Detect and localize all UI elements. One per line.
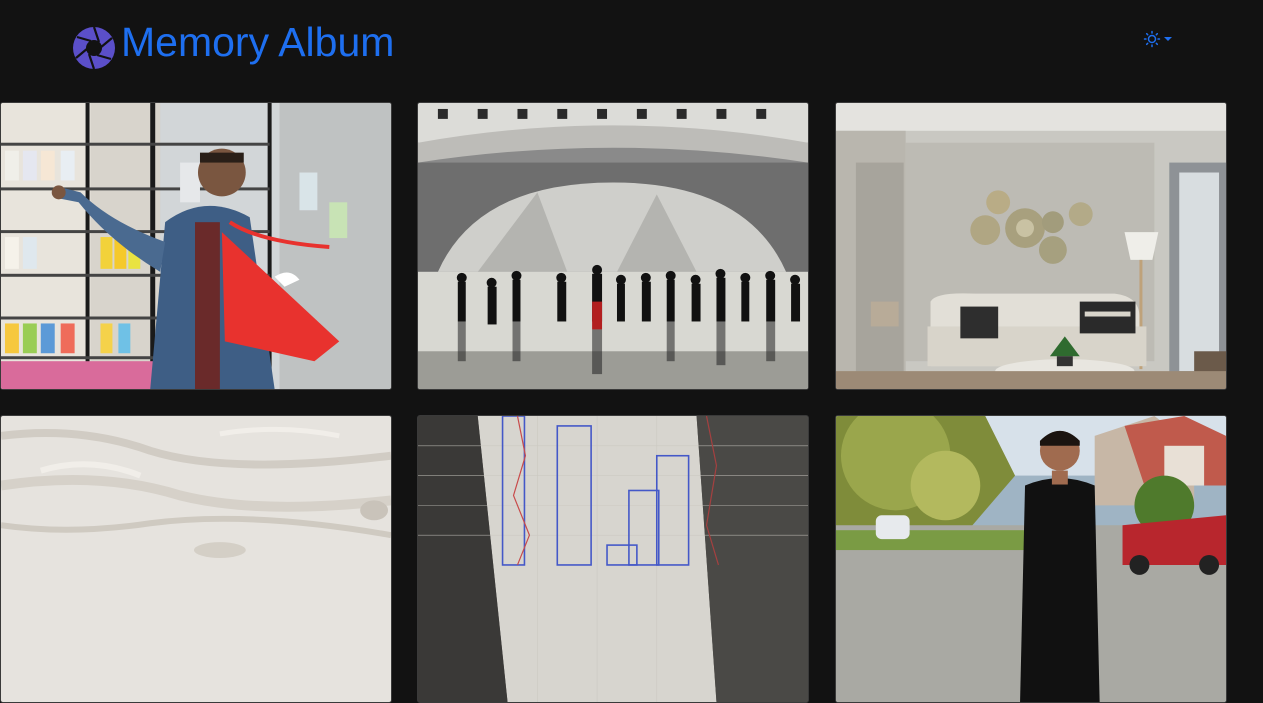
photo-card-living-room[interactable]	[835, 102, 1227, 390]
photo-card-man-on-street[interactable]	[835, 415, 1227, 703]
photo-man-on-street	[836, 416, 1226, 702]
photo-card-sand-dunes[interactable]	[0, 415, 392, 703]
photo-card-grocery-shopper[interactable]	[0, 102, 392, 390]
theme-toggle-button[interactable]	[1143, 30, 1172, 48]
photo-sand-dunes	[1, 416, 391, 702]
photo-rotunda-crowd	[418, 103, 808, 389]
sun-icon	[1143, 30, 1161, 48]
navbar: Memory Album	[0, 0, 1263, 90]
camera-aperture-icon	[72, 26, 116, 70]
photo-grocery-shopper	[1, 103, 391, 389]
photo-card-rotunda-crowd[interactable]	[417, 102, 809, 390]
photo-living-room	[836, 103, 1226, 389]
brand-link[interactable]: Memory Album	[72, 14, 394, 70]
app-title: Memory Album	[121, 19, 395, 65]
photo-skyline-paper	[418, 416, 808, 702]
photo-card-skyline-paper[interactable]	[417, 415, 809, 703]
chevron-down-icon	[1164, 37, 1172, 41]
